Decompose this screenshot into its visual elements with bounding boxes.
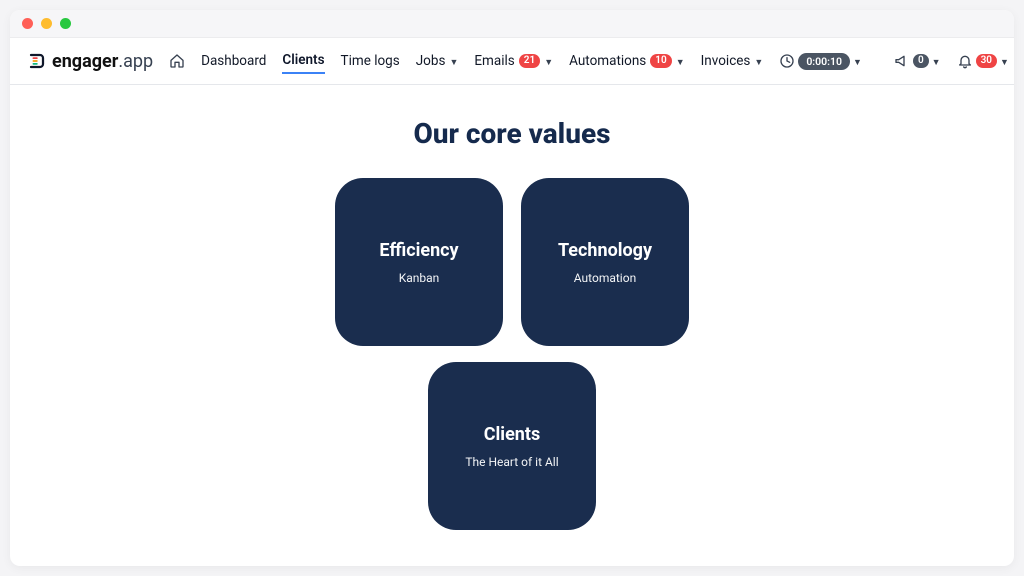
nav-label: Emails (474, 53, 514, 69)
nav-label: Time logs (341, 53, 400, 69)
close-icon[interactable] (22, 18, 33, 29)
nav-timelogs[interactable]: Time logs (341, 49, 400, 73)
maximize-icon[interactable] (60, 18, 71, 29)
chevron-down-icon: ▼ (544, 57, 553, 68)
nav-dashboard[interactable]: Dashboard (201, 49, 266, 73)
value-card-sub: Kanban (399, 271, 440, 285)
notifications-button[interactable]: 30 ▼ (957, 53, 1009, 69)
value-card-title: Efficiency (379, 240, 458, 261)
value-cards: Efficiency Kanban Technology Automation … (10, 178, 1014, 530)
timer-value: 0:00:10 (798, 53, 850, 70)
value-card-efficiency[interactable]: Efficiency Kanban (335, 178, 503, 346)
card-row-top: Efficiency Kanban Technology Automation (335, 178, 689, 346)
brand-name-bold: engager (52, 51, 118, 72)
home-button[interactable] (169, 53, 185, 69)
page-content: Our core values Efficiency Kanban Techno… (10, 85, 1014, 566)
top-nav: engager.app Dashboard Clients Time logs … (10, 38, 1014, 85)
page-title: Our core values (10, 117, 1014, 150)
chevron-down-icon: ▼ (932, 57, 941, 68)
notifications-badge: 30 (976, 54, 997, 68)
nav-label: Invoices (701, 53, 751, 69)
clock-icon (779, 53, 795, 69)
bell-icon (957, 53, 973, 69)
nav-label: Clients (282, 52, 324, 68)
nav-jobs[interactable]: Jobs ▼ (416, 49, 459, 73)
announcements-button[interactable]: 0 ▼ (894, 53, 941, 69)
nav-label: Jobs (416, 53, 446, 69)
chevron-down-icon: ▼ (1000, 57, 1009, 68)
value-card-sub: The Heart of it All (465, 455, 558, 469)
window-controls (22, 18, 71, 29)
value-card-clients[interactable]: Clients The Heart of it All (428, 362, 596, 530)
value-card-title: Technology (558, 240, 652, 261)
nav-invoices[interactable]: Invoices ▼ (701, 49, 764, 73)
nav-label: Dashboard (201, 53, 266, 69)
home-icon (169, 53, 185, 69)
chevron-down-icon: ▼ (853, 57, 862, 68)
card-row-bottom: Clients The Heart of it All (428, 362, 596, 530)
nav-clients[interactable]: Clients (282, 48, 324, 74)
brand-name-thin: .app (118, 51, 153, 72)
brand-mark-icon (28, 52, 46, 70)
chevron-down-icon: ▼ (754, 57, 763, 68)
announcements-badge: 0 (913, 54, 929, 68)
nav-automations[interactable]: Automations 10 ▼ (569, 49, 685, 73)
app-window: engager.app Dashboard Clients Time logs … (10, 10, 1014, 566)
nav-emails[interactable]: Emails 21 ▼ (474, 49, 553, 73)
timer-button[interactable]: 0:00:10 ▼ (779, 53, 862, 70)
brand-text: engager.app (52, 51, 153, 72)
automations-badge: 10 (650, 54, 671, 68)
chevron-down-icon: ▼ (676, 57, 685, 68)
value-card-technology[interactable]: Technology Automation (521, 178, 689, 346)
value-card-title: Clients (484, 424, 540, 445)
brand-logo-block[interactable]: engager.app (28, 51, 153, 72)
minimize-icon[interactable] (41, 18, 52, 29)
chevron-down-icon: ▼ (449, 57, 458, 68)
nav-label: Automations (569, 53, 646, 69)
value-card-sub: Automation (574, 271, 636, 285)
window-titlebar (10, 10, 1014, 38)
megaphone-icon (894, 53, 910, 69)
emails-badge: 21 (519, 54, 540, 68)
